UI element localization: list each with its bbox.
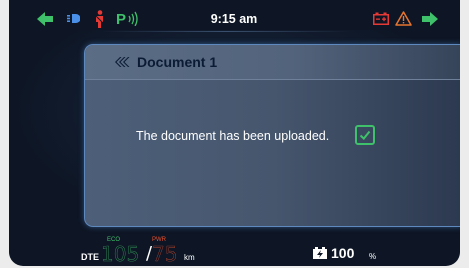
check-icon (359, 130, 371, 140)
battery-unit: % (369, 252, 377, 261)
distance-unit: km (184, 253, 195, 262)
svg-text:P: P (116, 11, 126, 26)
battery-charge-icon (313, 247, 327, 259)
dialog-header: Document 1 (85, 45, 460, 80)
status-bar: P 9:15 am (9, 0, 460, 34)
dte-label: DTE (81, 252, 99, 262)
seatbelt-icon (95, 10, 104, 28)
clock-time: 9:15 am (210, 12, 258, 26)
dashboard-screen: P 9:15 am Document 1 The document has be… (9, 0, 460, 266)
turn-left-arrow-icon (37, 12, 53, 26)
headlight-icon (67, 14, 80, 23)
double-chevron-left-icon[interactable] (115, 57, 130, 67)
eco-range-value: 105 (101, 242, 140, 266)
upload-dialog: Document 1 The document has been uploade… (84, 44, 460, 227)
warning-triangle-icon (395, 11, 412, 26)
battery-warning-icon (373, 12, 389, 25)
upload-confirmation-message: The document has been uploaded. (136, 129, 330, 143)
turn-right-arrow-icon (422, 12, 438, 26)
clock-underline (101, 31, 351, 32)
pwr-range-value: 75 (152, 242, 178, 266)
parking-assist-icon: P (116, 11, 138, 26)
battery-level-value: 100 (331, 245, 355, 261)
confirm-checkbox[interactable] (355, 125, 375, 145)
dialog-title: Document 1 (137, 54, 218, 70)
dashboard-bar: DTE ECO 105 / PWR 75 km 100 % (9, 232, 460, 266)
